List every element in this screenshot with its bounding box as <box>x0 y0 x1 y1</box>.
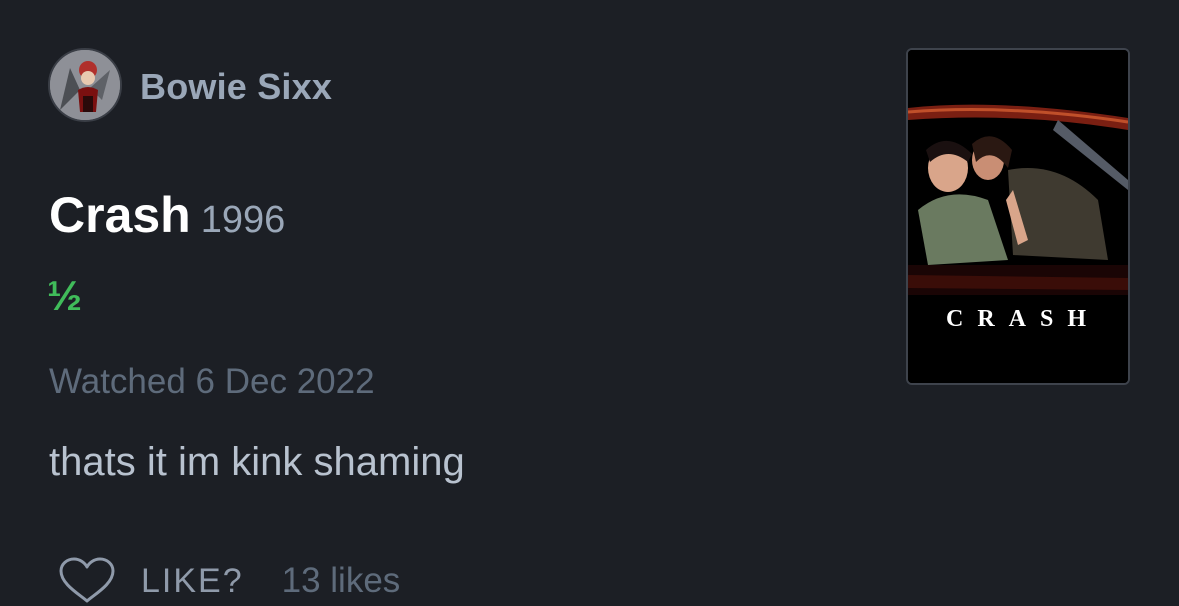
film-poster[interactable]: CRASH <box>906 48 1130 385</box>
like-bar: LIKE? 13 likes <box>57 556 400 606</box>
likes-count[interactable]: 13 likes <box>282 561 401 601</box>
watched-date: Watched 6 Dec 2022 <box>49 362 375 401</box>
film-title[interactable]: Crash <box>49 187 191 243</box>
poster-artwork <box>908 50 1128 383</box>
film-year[interactable]: 1996 <box>201 199 286 241</box>
star-rating: ½ <box>47 272 83 319</box>
heart-outline-icon[interactable] <box>57 557 117 605</box>
review-text: thats it im kink shaming <box>49 440 465 484</box>
review-card: Bowie Sixx Crash 1996 ½ Watched 6 Dec 202… <box>0 0 1179 606</box>
film-heading: Crash 1996 <box>49 186 285 244</box>
poster-title-text: CRASH <box>945 306 1100 332</box>
like-button[interactable]: LIKE? <box>141 562 244 601</box>
avatar-image <box>50 50 120 120</box>
username[interactable]: Bowie Sixx <box>140 66 332 108</box>
avatar[interactable] <box>48 48 122 122</box>
